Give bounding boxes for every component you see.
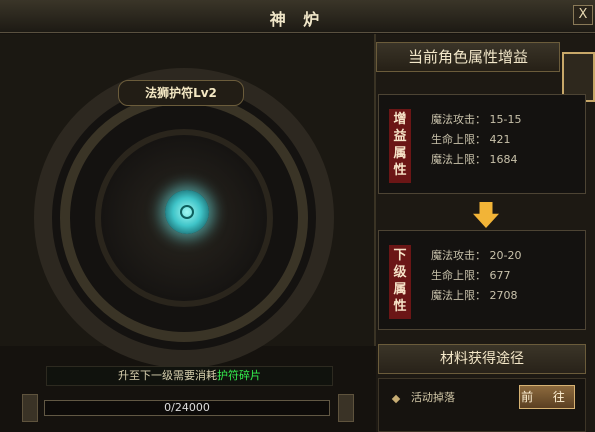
attr-line: 魔法上限： 2708 [431,289,518,302]
progress-text: 0/24000 [164,401,210,414]
progress-left-cap [22,394,38,422]
down-arrow-icon [473,202,499,228]
next-tag: 下级属性 [389,245,411,319]
close-icon[interactable]: X [573,5,593,25]
orb-core [180,205,194,219]
attr-line: 魔法攻击： 15-15 [431,113,522,126]
material-source-row: 活动掉落 前 往 [378,378,586,432]
title-bar: 神 炉 X [0,0,595,33]
attr-line: 魔法攻击： 20-20 [431,249,522,262]
attr-line: 魔法上限： 1684 [431,153,518,166]
materials-header: 材料获得途径 [378,344,586,374]
forge-panel: 法狮护符Lv2 [0,34,376,368]
current-tag: 增益属性 [389,109,411,183]
upgrade-note-highlight: 护符碎片 [217,369,261,382]
attributes-panel: 当前角色属性增益 增益属性 魔法攻击： 15-15 生命上限： 421 魔法上限… [376,34,595,432]
upgrade-note: 升至下一级需要消耗护符碎片 [46,366,333,386]
game-window: 神 炉 X 法狮护符Lv2 升至下一级需要消耗护符碎片 0/24000 当前角色… [0,0,595,432]
attr-line: 生命上限： 677 [431,269,511,282]
material-source: 活动掉落 [411,391,455,404]
window-title: 神 炉 [269,10,326,29]
progress-bar: 0/24000 [44,400,330,416]
progress-right-cap [338,394,354,422]
orb-icon[interactable] [165,190,209,234]
next-attributes: 下级属性 魔法攻击： 20-20 生命上限： 677 魔法上限： 2708 [378,230,586,330]
diamond-icon [391,394,401,404]
goto-button[interactable]: 前 往 [519,385,575,409]
attr-line: 生命上限： 421 [431,133,511,146]
item-title: 法狮护符Lv2 [118,80,244,106]
current-attributes: 增益属性 魔法攻击： 15-15 生命上限： 421 魔法上限： 1684 [378,94,586,194]
attributes-header: 当前角色属性增益 [376,42,560,72]
upgrade-note-prefix: 升至下一级需要消耗 [118,369,217,382]
